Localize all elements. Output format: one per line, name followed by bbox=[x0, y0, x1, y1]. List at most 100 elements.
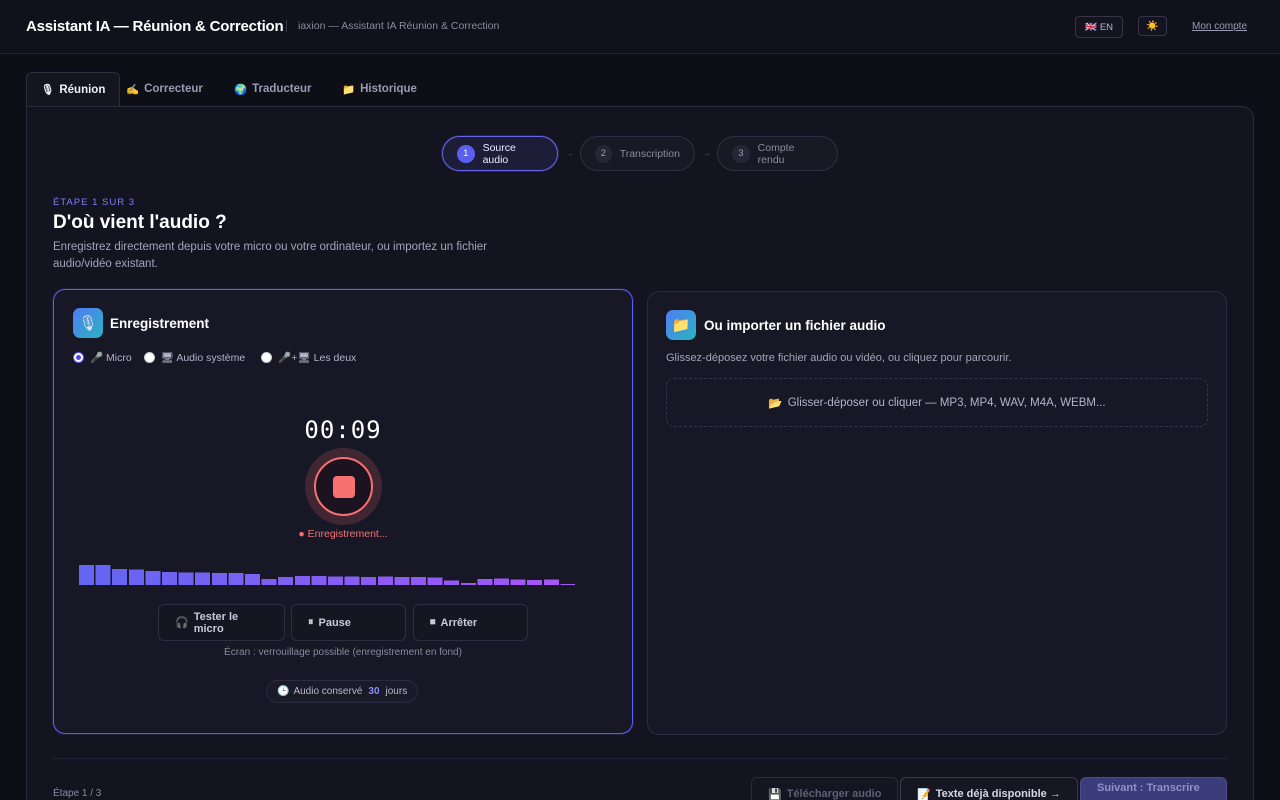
tab-correcteur[interactable]: ✍️ Correcteur bbox=[112, 72, 217, 106]
step-counter: Étape 1 / 3 bbox=[53, 788, 102, 799]
memo-icon: 📝 bbox=[917, 788, 931, 800]
waveform-bar bbox=[510, 579, 526, 585]
recording-title: Enregistrement bbox=[110, 316, 210, 331]
waveform-bar bbox=[328, 576, 343, 585]
radio-micro[interactable]: 🎤 Micro bbox=[73, 351, 132, 364]
step-number: 2 bbox=[595, 144, 612, 163]
page-title: D'où vient l'audio ? bbox=[53, 212, 227, 233]
language-switch-button[interactable]: 🇬🇧 EN bbox=[1075, 16, 1123, 38]
waveform-bar bbox=[477, 578, 493, 585]
step-number: 3 bbox=[732, 144, 750, 163]
radio-label: 🖥 Audio système bbox=[160, 351, 246, 364]
waveform-bar bbox=[228, 573, 244, 585]
step-transcription[interactable]: 2 Transcription bbox=[580, 136, 695, 171]
step-number: 1 bbox=[457, 144, 475, 163]
waveform-bar bbox=[344, 576, 360, 585]
button-label: Télécharger audio bbox=[786, 788, 882, 800]
screen-lock-hint: Écran : verrouillage possible (enregistr… bbox=[224, 647, 462, 658]
waveform-bar bbox=[128, 569, 144, 585]
stop-icon bbox=[332, 475, 355, 498]
download-audio-button[interactable]: 💾 Télécharger audio bbox=[751, 777, 899, 800]
retention-prefix: Audio conservé bbox=[293, 686, 363, 697]
waveform-bar bbox=[460, 582, 476, 585]
test-mic-button[interactable]: 🎧 Tester le micro bbox=[158, 604, 285, 641]
dropzone-label: Glisser-déposer ou cliquer — MP3, MP4, W… bbox=[787, 396, 1106, 409]
import-title: Ou importer un fichier audio bbox=[704, 318, 886, 333]
step-compte-rendu[interactable]: 3 Compte rendu bbox=[717, 136, 838, 171]
button-label: Arrêter bbox=[440, 616, 478, 629]
import-description: Glissez-déposez votre fichier audio ou v… bbox=[666, 352, 1012, 364]
waveform-bar bbox=[361, 577, 377, 585]
text-available-button[interactable]: 📝 Texte déjà disponible → bbox=[900, 777, 1078, 800]
uk-flag-icon: 🇬🇧 bbox=[1084, 21, 1097, 33]
tab-label: Historique bbox=[360, 83, 417, 95]
open-folder-icon: 📂 bbox=[768, 397, 783, 410]
stop-button[interactable]: ⏹ Arrêter bbox=[413, 604, 528, 641]
waveform-bar bbox=[394, 577, 410, 585]
waveform-bar bbox=[95, 564, 111, 585]
folder-icon: 📁 bbox=[666, 310, 696, 340]
step-arrow-icon: → bbox=[565, 148, 574, 158]
waveform-bar bbox=[278, 577, 294, 585]
radio-button[interactable] bbox=[261, 351, 273, 363]
waveform-bar bbox=[377, 576, 393, 585]
writing-hand-icon: ✍️ bbox=[126, 83, 140, 96]
waveform-bar bbox=[195, 572, 211, 585]
microphone-icon: 🎙 bbox=[41, 84, 55, 96]
stop-icon: ⏹ bbox=[430, 616, 436, 628]
button-label: Tester le micro bbox=[193, 610, 239, 635]
radio-system-audio[interactable]: 🖥 Audio système bbox=[143, 351, 246, 364]
top-bar: Assistant IA — Réunion & Correction iaxi… bbox=[0, 0, 1280, 54]
radio-label: 🎤+🖥 Les deux bbox=[278, 351, 357, 364]
tab-label: Traducteur bbox=[252, 83, 312, 95]
step-description: Enregistrez directement depuis votre mic… bbox=[53, 241, 488, 270]
audio-source-radio-group: 🎤 Micro 🖥 Audio système 🎤+🖥 Les deux bbox=[73, 349, 356, 365]
waveform-bar bbox=[294, 575, 310, 585]
recording-status: ● Enregistrement... bbox=[298, 528, 388, 540]
button-label: Texte déjà disponible → bbox=[935, 788, 1061, 800]
waveform-bar bbox=[411, 577, 426, 585]
pause-icon: ⏸ bbox=[308, 616, 314, 628]
radio-label: 🎤 Micro bbox=[90, 351, 132, 364]
tab-traducteur[interactable]: 🌍 Traducteur bbox=[220, 72, 326, 106]
waveform-bar bbox=[211, 573, 227, 585]
waveform-bar bbox=[444, 580, 460, 585]
file-dropzone[interactable]: 📂 Glisser-déposer ou cliquer — MP3, MP4,… bbox=[666, 378, 1208, 427]
next-transcribe-button[interactable]: Suivant : Transcrire → bbox=[1080, 777, 1227, 800]
app-title: Assistant IA — Réunion & Correction bbox=[26, 18, 284, 35]
step-label: Transcription bbox=[619, 147, 680, 160]
floppy-disk-icon: 💾 bbox=[768, 788, 782, 800]
waveform-bar bbox=[145, 571, 161, 585]
radio-button[interactable] bbox=[73, 351, 84, 363]
tab-label: Correcteur bbox=[144, 83, 203, 95]
recording-timer: 00:09 bbox=[304, 416, 382, 444]
waveform-bar bbox=[311, 575, 327, 585]
tab-reunion[interactable]: 🎙 Réunion bbox=[26, 72, 121, 106]
waveform-bar bbox=[494, 578, 509, 585]
pause-button[interactable]: ⏸ Pause bbox=[291, 604, 406, 641]
radio-button[interactable] bbox=[143, 351, 155, 363]
step-source-audio[interactable]: 1 Source audio bbox=[442, 136, 558, 171]
stop-record-button[interactable] bbox=[314, 457, 373, 516]
language-label: EN bbox=[1099, 21, 1114, 33]
app-subtitle: iaxion — Assistant IA Réunion & Correcti… bbox=[286, 20, 499, 32]
step-arrow-icon: → bbox=[702, 148, 711, 158]
microphone-icon: 🎙 bbox=[73, 308, 103, 338]
radio-both[interactable]: 🎤+🖥 Les deux bbox=[261, 351, 356, 364]
waveform-bar bbox=[543, 579, 559, 585]
retention-suffix: jours bbox=[385, 686, 408, 697]
theme-toggle-button[interactable]: ☀️ bbox=[1138, 16, 1167, 36]
globe-icon: 🌍 bbox=[234, 83, 248, 96]
button-label: Suivant : Transcrire → bbox=[1097, 782, 1200, 800]
waveform-bar bbox=[427, 577, 443, 585]
waveform-bar bbox=[527, 580, 543, 585]
retention-badge: 🕒 Audio conservé 30 jours bbox=[266, 680, 419, 703]
step-eyebrow: ÉTAPE 1 SUR 3 bbox=[53, 197, 135, 208]
sun-icon: ☀️ bbox=[1146, 20, 1159, 32]
tab-label: Réunion bbox=[59, 83, 106, 96]
account-link[interactable]: Mon compte bbox=[1192, 21, 1247, 32]
tab-historique[interactable]: 📁 Historique bbox=[328, 72, 431, 106]
button-label: Pause bbox=[318, 616, 351, 629]
waveform-bar bbox=[261, 578, 277, 585]
waveform-bar bbox=[79, 564, 94, 585]
